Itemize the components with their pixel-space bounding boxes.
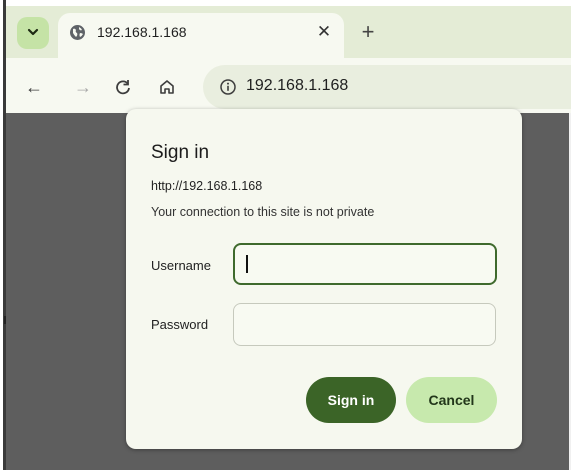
tab-search-button[interactable]	[17, 17, 49, 49]
chevron-down-icon	[26, 25, 40, 42]
reload-icon	[114, 80, 132, 100]
text-caret	[246, 255, 248, 273]
arrow-right-icon: →	[74, 77, 92, 97]
dialog-privacy-warning: Your connection to this site is not priv…	[151, 205, 375, 219]
dialog-origin: http://192.168.1.168	[151, 179, 263, 193]
home-icon	[158, 80, 176, 100]
back-button[interactable]: ←	[21, 74, 47, 100]
active-tab[interactable]: 192.168.1.168 ✕	[58, 13, 344, 58]
globe-icon	[69, 24, 86, 41]
browser-window: 192.168.1.168 ✕ + ← → 192.168.1.168 Sign…	[0, 0, 571, 470]
sign-in-button[interactable]: Sign in	[306, 377, 396, 423]
tab-close-button[interactable]: ✕	[314, 21, 334, 43]
username-field[interactable]	[233, 243, 497, 285]
home-button[interactable]	[154, 74, 180, 100]
plus-icon: +	[361, 19, 375, 44]
address-bar-url: 192.168.1.168	[246, 77, 349, 94]
username-label: Username	[151, 258, 211, 273]
tab-title: 192.168.1.168	[97, 24, 187, 40]
address-bar[interactable]: 192.168.1.168	[203, 65, 571, 109]
dialog-title: Sign in	[151, 142, 210, 163]
sign-in-dialog: Sign in http://192.168.1.168 Your connec…	[126, 109, 522, 449]
reload-button[interactable]	[110, 74, 136, 100]
close-icon: ✕	[316, 22, 332, 41]
edge-mark	[4, 316, 6, 324]
arrow-left-icon: ←	[25, 77, 43, 97]
new-tab-button[interactable]: +	[356, 20, 380, 44]
password-field[interactable]	[233, 303, 496, 346]
forward-button[interactable]: →	[70, 74, 96, 100]
cancel-button[interactable]: Cancel	[406, 377, 497, 423]
info-icon[interactable]	[219, 78, 237, 96]
password-label: Password	[151, 317, 209, 332]
